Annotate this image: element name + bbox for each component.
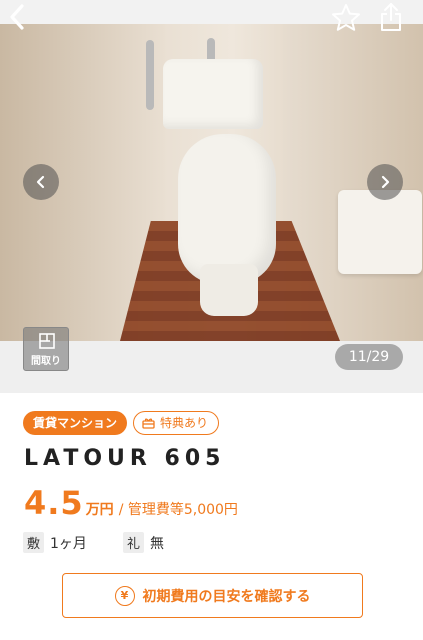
photo-paper-holder: [338, 190, 422, 274]
photo-toilet-bowl: [178, 134, 276, 284]
initial-cost-estimate-button[interactable]: ¥ 初期費用の目安を確認する: [62, 573, 363, 618]
perk-badge[interactable]: 特典あり: [133, 411, 220, 435]
key-money-value: 無: [149, 535, 164, 552]
gift-icon: [142, 418, 155, 429]
previous-photo-button[interactable]: [23, 164, 59, 200]
star-icon: [332, 4, 360, 31]
management-fee: / 管理費等5,000円: [118, 502, 238, 518]
floorplan-icon: [39, 333, 55, 349]
floorplan-label: 間取り: [31, 356, 61, 367]
photo-gallery[interactable]: 間取り 11/29: [0, 0, 423, 393]
photo-toilet-base: [200, 264, 258, 316]
next-photo-button[interactable]: [367, 164, 403, 200]
favorite-button[interactable]: [330, 2, 362, 34]
key-money-label: 礼: [122, 532, 144, 553]
property-tags: 賃貸マンション 特典あり: [23, 411, 220, 435]
back-button[interactable]: [4, 2, 30, 32]
photo-pipe: [146, 40, 154, 110]
rent-amount: 4.5: [24, 484, 84, 522]
chevron-right-icon: [381, 175, 390, 189]
share-icon: [381, 3, 401, 31]
yen-icon: ¥: [114, 585, 135, 606]
room-photo[interactable]: [0, 24, 423, 341]
property-name: LATOUR 605: [24, 446, 226, 471]
property-type-badge: 賃貸マンション: [23, 411, 128, 435]
price-row: 4.5 万円 / 管理費等5,000円: [24, 484, 238, 522]
photo-counter: 11/29: [335, 344, 403, 370]
deposit-value: 1ヶ月: [50, 535, 87, 552]
initial-fees: 敷 1ヶ月 礼 無: [23, 532, 200, 553]
back-arrow-icon: [10, 4, 24, 30]
share-button[interactable]: [376, 0, 406, 34]
estimate-button-label: 初期費用の目安を確認する: [142, 588, 311, 605]
photo-toilet-tank: [163, 59, 263, 129]
chevron-left-icon: [36, 175, 45, 189]
perk-label: 特典あり: [160, 416, 209, 430]
rent-unit: 万円: [85, 502, 114, 518]
floorplan-button[interactable]: 間取り: [23, 327, 69, 371]
deposit-label: 敷: [23, 532, 45, 553]
